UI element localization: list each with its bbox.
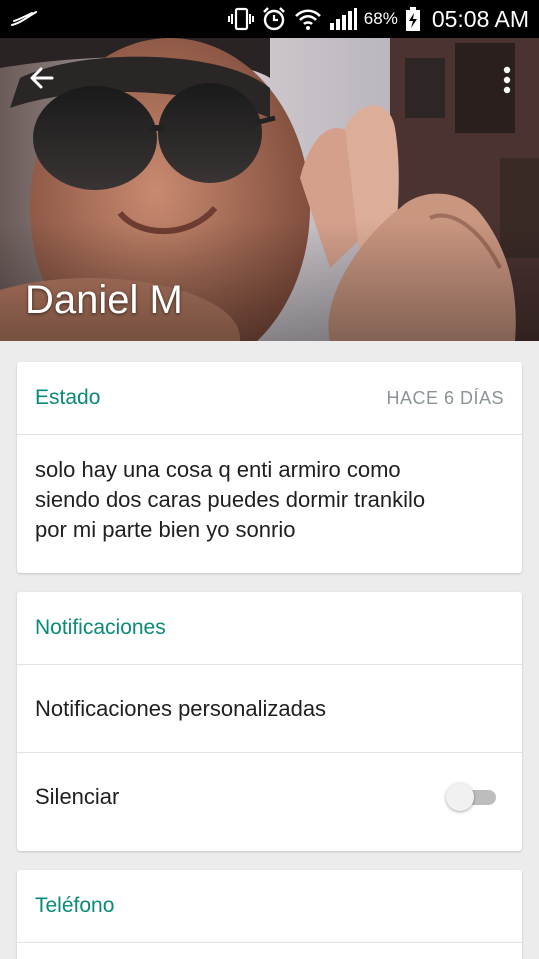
status-bar: 68% 05:08 AM <box>0 0 539 38</box>
status-card-title: Estado <box>35 386 101 409</box>
status-card: Estado HACE 6 DÍAS solo hay una cosa q e… <box>17 362 522 573</box>
phone-card: Teléfono <box>17 870 522 959</box>
mute-row[interactable]: Silenciar <box>17 753 522 841</box>
vibrate-icon <box>227 6 254 32</box>
notifications-card: Notificaciones Notificaciones personaliz… <box>17 592 522 851</box>
battery-charging-icon <box>405 6 421 32</box>
signal-icon <box>329 7 357 31</box>
app-notification-icon <box>10 9 40 29</box>
status-time-ago: HACE 6 DÍAS <box>386 387 504 408</box>
status-line: por mi parte bien yo sonrio <box>35 517 296 542</box>
back-button[interactable] <box>22 60 62 100</box>
phone-card-title: Teléfono <box>35 894 115 917</box>
custom-notifications-label: Notificaciones personalizadas <box>35 695 327 721</box>
status-card-header: Estado HACE 6 DÍAS <box>17 362 522 435</box>
overflow-menu-button[interactable] <box>495 62 519 102</box>
notifications-card-title: Notificaciones <box>35 616 166 639</box>
mute-toggle-thumb <box>446 783 474 811</box>
contact-info-screen: 68% 05:08 AM Daniel M Estado HACE 6 DÍAS… <box>0 0 539 959</box>
phone-card-header: Teléfono <box>17 870 522 943</box>
alarm-icon <box>261 6 287 32</box>
status-line: siendo dos caras puedes dormir trankilo <box>35 487 426 512</box>
status-time: 05:08 AM <box>431 5 529 32</box>
arrow-back-icon <box>28 64 56 97</box>
mute-label: Silenciar <box>35 784 120 809</box>
contact-name: Daniel M <box>25 278 183 322</box>
status-text: solo hay una cosa q enti armiro como sie… <box>17 435 522 545</box>
more-vert-icon <box>503 66 511 99</box>
status-line: solo hay una cosa q enti armiro como <box>35 457 401 482</box>
wifi-icon <box>294 7 322 31</box>
mute-toggle[interactable] <box>446 782 498 812</box>
battery-percent: 68% <box>363 9 398 28</box>
custom-notifications-row[interactable]: Notificaciones personalizadas <box>17 665 522 753</box>
notifications-card-header: Notificaciones <box>17 592 522 665</box>
profile-photo-header[interactable]: Daniel M <box>0 38 539 341</box>
